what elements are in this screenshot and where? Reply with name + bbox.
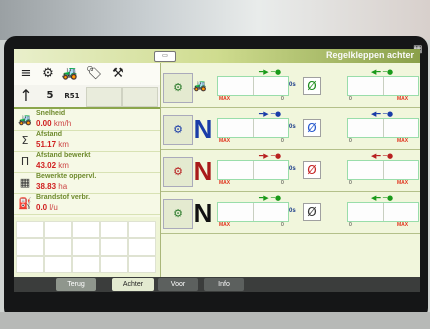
zero-label: 0: [349, 180, 352, 186]
max-label: MAX: [397, 96, 409, 102]
info-row-fuel: ⛽ Brandstof verbr. 0.0 l/u: [14, 193, 160, 215]
valve-icon[interactable]: ⚙: [163, 115, 193, 145]
max-label: MAX: [219, 222, 231, 228]
sum-icon: Σ: [21, 134, 29, 147]
info-label: Afstand: [36, 131, 63, 138]
mount-base: [0, 312, 430, 329]
max-label: MAX: [219, 96, 231, 102]
valves-section: ⚙ 🚜 ━▶ ─● MAX 0 0s Ø ◀━ ─● 0 MAX ⚙ N ━▶ …: [160, 63, 420, 281]
header-bar: ▭ Regelkleppen achter: [14, 49, 420, 63]
arrow-icon: ━▶ ─●: [259, 194, 282, 202]
tool-icon[interactable]: ⚒: [108, 65, 128, 83]
empty-grid: [16, 221, 156, 273]
info-panel: 🚜 Snelheid 0.00 km/h Σ Afstand 51.17 km …: [14, 109, 160, 217]
flow-bar-right[interactable]: [347, 202, 419, 222]
arrow-icon: ━▶ ─●: [259, 152, 282, 160]
flow-bar-right[interactable]: [347, 118, 419, 138]
info-row-area: ▦ Bewerkte oppervl. 38.83 ha: [14, 172, 160, 194]
zero-label: 0: [349, 222, 352, 228]
info-label: Brandstof verbr.: [36, 194, 91, 201]
zero-label: 0: [281, 180, 284, 186]
info-label: Bewerkte oppervl.: [36, 173, 97, 180]
fuel-icon: ⛽: [18, 197, 32, 210]
arrow-icon: ◀━ ─●: [371, 152, 394, 160]
seconds-label: 0s: [289, 82, 296, 88]
arrow-icon: ━▶ ─●: [259, 110, 282, 118]
neutral-label: N: [193, 156, 213, 186]
zero-label: 0: [349, 138, 352, 144]
max-label: MAX: [219, 138, 231, 144]
seconds-label: 0s: [289, 208, 296, 214]
status-cell: [86, 87, 122, 107]
seconds-label: 0s: [289, 124, 296, 130]
info-value: 0.0 l/u: [36, 203, 58, 212]
info-value: 51.17 km: [36, 140, 69, 149]
tag-icon[interactable]: 🏷: [84, 65, 104, 83]
max-label: MAX: [397, 222, 409, 228]
second-icon-row: ↑ 5 R51: [14, 85, 160, 109]
info-label: Afstand bewerkt: [36, 152, 91, 159]
implement-icon: Π: [20, 155, 30, 168]
tractor-icon: 🚜: [193, 79, 207, 92]
valve-row-4[interactable]: ⚙ N ━▶ ─● MAX 0 0s Ø ◀━ ─● 0 MAX: [161, 193, 420, 234]
arrow-up-icon[interactable]: ↑: [16, 87, 36, 105]
tab-front[interactable]: Voor: [158, 278, 198, 291]
settings-icon[interactable]: ⚙: [38, 65, 58, 83]
valve-icon[interactable]: ⚙: [163, 199, 193, 229]
neutral-label: N: [193, 198, 213, 228]
bottom-tab-bar: Terug Achter Voor Info: [14, 277, 420, 292]
flow-bar-left[interactable]: [217, 118, 289, 138]
page-title: Regelkleppen achter: [325, 50, 414, 60]
valve-row-3[interactable]: ⚙ N ━▶ ─● MAX 0 0s Ø ◀━ ─● 0 MAX: [161, 151, 420, 192]
arrow-icon: ◀━ ─●: [371, 194, 394, 202]
max-label: MAX: [219, 180, 231, 186]
neutral-label: N: [193, 114, 213, 144]
arrow-icon: ◀━ ─●: [371, 68, 394, 76]
tractor-icon[interactable]: 🚜: [60, 65, 80, 83]
area-icon: ▦: [19, 176, 31, 189]
counter-badge: 5: [46, 90, 54, 101]
background-photo: [0, 0, 430, 40]
max-label: MAX: [397, 180, 409, 186]
info-row-worked-distance: Π Afstand bewerkt 43.02 km: [14, 151, 160, 173]
float-button[interactable]: Ø: [303, 203, 321, 221]
flow-bar-right[interactable]: [347, 160, 419, 180]
terminal-screen: ▭ Regelkleppen achter ≡ ⚙ 🚜 🏷 ⚒ ↑ 5 R51 …: [14, 49, 420, 292]
flow-bar-left[interactable]: [217, 76, 289, 96]
float-button[interactable]: Ø: [303, 161, 321, 179]
valve-icon[interactable]: ⚙: [163, 73, 193, 103]
info-value: 43.02 km: [36, 161, 69, 170]
menu-icon[interactable]: ≡: [16, 65, 36, 83]
valve-row-1[interactable]: ⚙ 🚜 ━▶ ─● MAX 0 0s Ø ◀━ ─● 0 MAX: [161, 67, 420, 108]
zero-label: 0: [281, 96, 284, 102]
flow-bar-right[interactable]: [347, 76, 419, 96]
info-row-speed: 🚜 Snelheid 0.00 km/h: [14, 109, 160, 131]
speed-icon: 🚜: [18, 113, 32, 126]
battery-icon: ▭: [154, 51, 176, 62]
float-button[interactable]: Ø: [303, 77, 321, 95]
seconds-label: 0s: [289, 166, 296, 172]
info-row-distance: Σ Afstand 51.17 km: [14, 130, 160, 152]
r51-indicator: R51: [64, 92, 80, 100]
tab-rear[interactable]: Achter: [112, 278, 154, 291]
info-value: 0.00 km/h: [36, 119, 72, 128]
arrow-icon: ━▶ ─●: [259, 68, 282, 76]
tab-info[interactable]: Info: [204, 278, 244, 291]
float-button[interactable]: Ø: [303, 119, 321, 137]
tab-back[interactable]: Terug: [56, 278, 96, 291]
arrow-icon: ◀━ ─●: [371, 110, 394, 118]
valve-icon[interactable]: ⚙: [163, 157, 193, 187]
top-icon-row: ≡ ⚙ 🚜 🏷 ⚒: [14, 63, 160, 86]
valve-row-2[interactable]: ⚙ N ━▶ ─● MAX 0 0s Ø ◀━ ─● 0 MAX: [161, 109, 420, 150]
flow-bar-left[interactable]: [217, 160, 289, 180]
zero-label: 0: [349, 96, 352, 102]
max-label: MAX: [397, 138, 409, 144]
status-cell: [122, 87, 158, 107]
info-label: Snelheid: [36, 110, 66, 117]
flow-bar-left[interactable]: [217, 202, 289, 222]
zero-label: 0: [281, 138, 284, 144]
zero-label: 0: [281, 222, 284, 228]
info-value: 38.83 ha: [36, 182, 68, 191]
